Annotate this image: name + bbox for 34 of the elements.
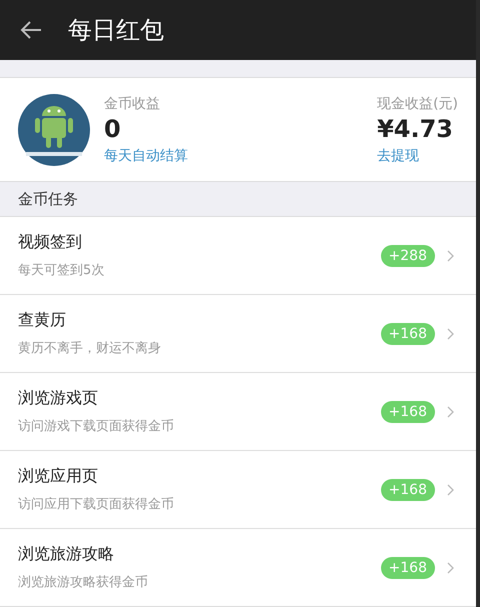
task-description: 访问应用下载页面获得金币 — [18, 496, 175, 513]
auto-settle-link[interactable]: 每天自动结算 — [104, 148, 188, 164]
reward-badge: +288 — [380, 244, 435, 266]
task-row[interactable]: 查黄历 黄历不离手，财运不离身 +168 — [0, 295, 476, 373]
page-title: 每日红包 — [68, 15, 164, 46]
task-title: 浏览旅游攻略 — [18, 544, 115, 565]
task-row[interactable]: 浏览游戏页 访问游戏下载页面获得金币 +168 — [0, 373, 476, 451]
cash-earnings-value: ¥4.73 — [377, 114, 454, 142]
coin-earnings-value: 0 — [104, 114, 122, 142]
chevron-right-icon — [447, 406, 454, 418]
task-description: 每天可签到5次 — [18, 262, 106, 279]
task-row[interactable]: 视频签到 每天可签到5次 +288 — [0, 217, 476, 295]
task-row[interactable]: 浏览应用页 访问应用下载页面获得金币 +168 — [0, 451, 476, 529]
back-icon[interactable] — [20, 21, 42, 39]
cash-earnings-label: 现金收益(元) — [377, 94, 458, 112]
task-description: 浏览旅游攻略获得金币 — [18, 574, 149, 591]
task-title: 浏览应用页 — [18, 466, 99, 487]
section-title: 金币任务 — [18, 190, 78, 208]
chevron-right-icon — [447, 328, 454, 340]
task-row[interactable]: 浏览旅游攻略 浏览旅游攻略获得金币 +168 — [0, 529, 476, 607]
chevron-right-icon — [447, 562, 454, 574]
coin-earnings-label: 金币收益 — [104, 94, 161, 112]
task-title: 视频签到 — [18, 232, 83, 253]
task-title: 浏览游戏页 — [18, 388, 99, 409]
chevron-right-icon — [447, 484, 454, 496]
reward-badge: +168 — [380, 556, 435, 578]
task-description: 黄历不离手，财运不离身 — [18, 340, 162, 357]
reward-badge: +168 — [380, 322, 435, 344]
withdraw-link[interactable]: 去提现 — [377, 148, 420, 164]
task-title: 查黄历 — [18, 310, 67, 331]
reward-badge: +168 — [380, 400, 435, 422]
chevron-right-icon — [447, 250, 454, 262]
task-description: 访问游戏下载页面获得金币 — [18, 418, 175, 435]
reward-badge: +168 — [380, 478, 435, 500]
